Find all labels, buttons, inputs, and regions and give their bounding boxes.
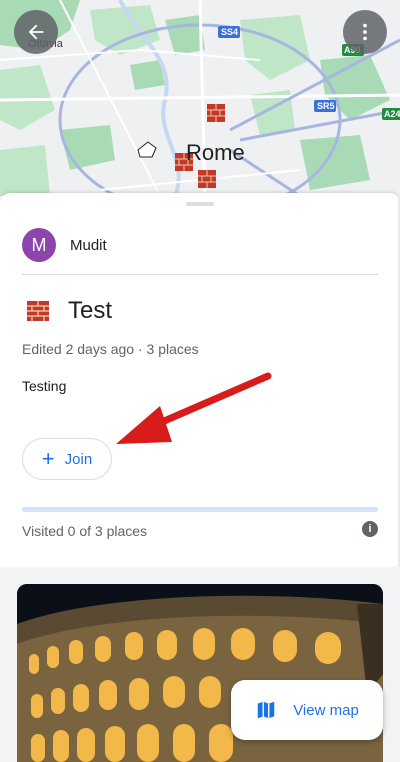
visited-progress-bar bbox=[22, 507, 378, 512]
join-button[interactable]: + Join bbox=[22, 438, 112, 480]
road-shield-sr5: SR5 bbox=[317, 101, 335, 111]
info-icon[interactable]: i bbox=[362, 521, 378, 537]
map-city-label: Rome bbox=[186, 140, 245, 165]
list-title: Test bbox=[68, 297, 113, 324]
view-map-label: View map bbox=[293, 701, 359, 719]
plus-icon: + bbox=[41, 446, 55, 471]
list-description: Testing bbox=[22, 378, 67, 394]
map-icon bbox=[257, 701, 275, 719]
list-title-row: Test bbox=[26, 297, 112, 325]
list-meta: Edited 2 days ago · 3 places bbox=[22, 341, 199, 357]
road-shield-ss4: SS4 bbox=[221, 27, 239, 37]
annotation-arrow-icon bbox=[116, 372, 272, 444]
brick-emoji-icon bbox=[27, 301, 49, 321]
map-canvas bbox=[0, 0, 400, 196]
arrow-back-icon bbox=[28, 24, 44, 40]
more-options-button[interactable] bbox=[343, 10, 387, 54]
more-vert-icon bbox=[363, 23, 367, 41]
avatar: M bbox=[22, 228, 56, 262]
join-label: Join bbox=[64, 450, 93, 468]
back-button[interactable] bbox=[14, 10, 58, 54]
list-owner[interactable]: M Mudit bbox=[22, 228, 107, 262]
visited-count: Visited 0 of 3 places bbox=[22, 523, 148, 539]
view-map-button[interactable]: View map bbox=[231, 680, 383, 740]
drag-handle[interactable] bbox=[186, 202, 214, 206]
road-shield-a24: A24 bbox=[384, 109, 400, 119]
divider bbox=[22, 274, 378, 275]
owner-name: Mudit bbox=[70, 236, 107, 254]
map-preview[interactable]: Ottavia Rome SS4 A90 SR5 A24 bbox=[0, 0, 400, 196]
